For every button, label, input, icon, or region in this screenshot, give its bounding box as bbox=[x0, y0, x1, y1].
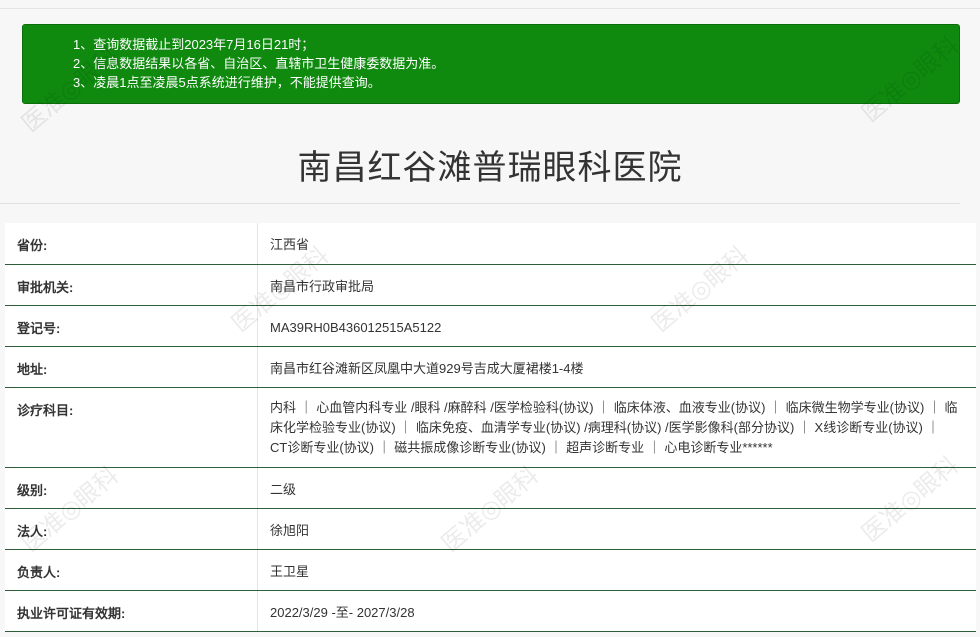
page-title: 南昌红谷滩普瑞眼科医院 bbox=[297, 148, 683, 188]
notice-item-1: 1、查询数据截止到2023年7月16日21时； bbox=[73, 37, 315, 52]
row-person-in-charge: 负责人: 王卫星 bbox=[5, 549, 976, 591]
legal-person-label: 法人: bbox=[5, 508, 258, 550]
registration-number-label: 登记号: bbox=[5, 305, 258, 347]
title-divider bbox=[0, 203, 960, 204]
page: 1、查询数据截止到2023年7月16日21时； 2、信息数据结果以各省、自治区、… bbox=[0, 0, 980, 637]
license-validity-value: 2022/3/29 -至- 2027/3/28 bbox=[257, 590, 976, 632]
row-legal-person: 法人: 徐旭阳 bbox=[5, 508, 976, 550]
notice-banner: 1、查询数据截止到2023年7月16日21时； 2、信息数据结果以各省、自治区、… bbox=[22, 24, 960, 104]
approval-authority-label: 审批机关: bbox=[5, 264, 258, 306]
row-level: 级别: 二级 bbox=[5, 467, 976, 509]
notice-list: 1、查询数据截止到2023年7月16日21时； 2、信息数据结果以各省、自治区、… bbox=[23, 25, 959, 92]
row-departments: 诊疗科目: 内科 ｜ 心血管内科专业 /眼科 /麻醉科 /医学检验科(协议) ｜… bbox=[5, 387, 976, 468]
level-value: 二级 bbox=[257, 467, 976, 509]
row-approval-authority: 审批机关: 南昌市行政审批局 bbox=[5, 264, 976, 306]
row-address: 地址: 南昌市红谷滩新区凤凰中大道929号吉成大厦裙楼1-4楼 bbox=[5, 346, 976, 388]
row-registration-number: 登记号: MA39RH0B436012515A5122 bbox=[5, 305, 976, 347]
notice-item-3: 3、凌晨1点至凌晨5点系统进行维护，不能提供查询。 bbox=[73, 75, 381, 90]
province-label: 省份: bbox=[5, 223, 258, 265]
legal-person-value: 徐旭阳 bbox=[257, 508, 976, 550]
row-license-validity: 执业许可证有效期: 2022/3/29 -至- 2027/3/28 bbox=[5, 590, 976, 632]
province-value: 江西省 bbox=[257, 223, 976, 265]
row-province: 省份: 江西省 bbox=[5, 223, 976, 265]
address-value: 南昌市红谷滩新区凤凰中大道929号吉成大厦裙楼1-4楼 bbox=[257, 346, 976, 388]
address-label: 地址: bbox=[5, 346, 258, 388]
info-table: 省份: 江西省 审批机关: 南昌市行政审批局 登记号: MA39RH0B4360… bbox=[5, 223, 976, 632]
level-label: 级别: bbox=[5, 467, 258, 509]
person-in-charge-value: 王卫星 bbox=[257, 549, 976, 591]
top-divider bbox=[0, 8, 980, 9]
notice-item-2: 2、信息数据结果以各省、自治区、直辖市卫生健康委数据为准。 bbox=[73, 56, 445, 71]
person-in-charge-label: 负责人: bbox=[5, 549, 258, 591]
departments-value: 内科 ｜ 心血管内科专业 /眼科 /麻醉科 /医学检验科(协议) ｜ 临床体液、… bbox=[257, 387, 976, 468]
approval-authority-value: 南昌市行政审批局 bbox=[257, 264, 976, 306]
departments-label: 诊疗科目: bbox=[5, 387, 258, 468]
registration-number-value: MA39RH0B436012515A5122 bbox=[257, 305, 976, 347]
license-validity-label: 执业许可证有效期: bbox=[5, 590, 258, 632]
